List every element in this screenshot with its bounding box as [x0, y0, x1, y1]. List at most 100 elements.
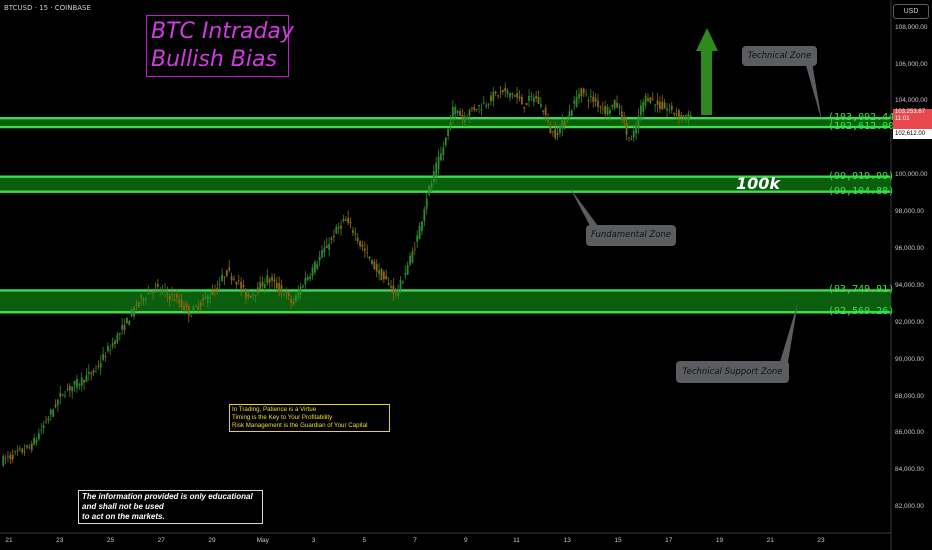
candle-body [504, 88, 507, 92]
candle-body [37, 433, 40, 440]
candle-body [390, 285, 392, 288]
candle-body [356, 237, 359, 242]
candle-body [501, 89, 504, 92]
candle-body [497, 95, 499, 97]
date-tick: 27 [157, 537, 165, 544]
candle-body [535, 95, 538, 99]
candle-body [606, 107, 609, 115]
candle-body [570, 110, 573, 116]
date-tick: 13 [563, 537, 571, 544]
candle-body [149, 292, 152, 294]
candle-body [321, 250, 323, 258]
headline-line-2: Bullish Bias [151, 47, 277, 72]
candle-body [73, 380, 76, 386]
candle-body [140, 294, 143, 299]
last-price-tag: 103,253.87 11:01 [893, 109, 932, 129]
date-tick: 19 [715, 537, 724, 544]
candle-body [183, 306, 185, 311]
candle-body [306, 277, 309, 281]
candle-body [52, 409, 55, 417]
candle-body [616, 102, 618, 108]
candle-body [587, 100, 590, 102]
candle-body [380, 269, 383, 281]
candle-body [658, 102, 661, 110]
date-tick: May [256, 537, 269, 544]
candle-body [330, 237, 333, 241]
candle-body [197, 306, 200, 310]
candle-body [428, 185, 430, 195]
candle-body [40, 429, 43, 431]
callout-pointer-technical [805, 62, 822, 122]
price-chart[interactable] [0, 0, 932, 550]
candle-body [392, 285, 395, 294]
symbol-label: BTCUSD · 15 · COINBASE [4, 4, 91, 12]
candle-body [402, 281, 404, 283]
price-tick: 86,000.00 [895, 429, 924, 437]
candle-body [394, 289, 397, 291]
candle-body [447, 128, 450, 137]
candle-body [92, 370, 95, 373]
currency-button[interactable]: USD [893, 4, 929, 19]
candle-body [513, 95, 516, 97]
date-tick: 29 [208, 537, 216, 544]
candle-body [352, 230, 354, 233]
candle-body [180, 299, 183, 308]
candle-body [159, 290, 162, 292]
candle-body [252, 293, 254, 296]
candle-body [473, 107, 476, 111]
candle-body [463, 116, 466, 122]
candle-body [23, 451, 26, 453]
candle-body [435, 162, 438, 177]
candle-body [613, 100, 616, 109]
candle-body [192, 306, 195, 312]
candle-body [466, 117, 469, 120]
candle-body [373, 261, 376, 270]
candle-body [126, 317, 128, 324]
candle-body [99, 362, 102, 368]
candle-body [630, 139, 633, 140]
candle-body [623, 116, 626, 122]
candle-body [268, 278, 271, 283]
candle-body [275, 282, 278, 289]
candle-body [516, 92, 519, 98]
candle-body [520, 96, 523, 105]
date-tick: 17 [665, 537, 673, 544]
candle-body [620, 111, 623, 120]
level-label: (93,749.91) [828, 284, 895, 296]
candle-body [549, 125, 552, 134]
price-tick: 88,000.00 [895, 392, 924, 400]
candle-body [333, 235, 335, 238]
candle-body [137, 302, 140, 307]
candle-body [387, 282, 390, 285]
annotation-arrows [0, 0, 892, 550]
note-line: Timing is the Key to Your Profitability [232, 414, 333, 421]
candle-body [342, 219, 345, 221]
candle-body [35, 439, 38, 443]
candle-body [304, 277, 307, 285]
candle-body [530, 96, 533, 97]
candle-body [682, 115, 685, 119]
candle-body [145, 298, 147, 301]
technical-zone-callout: Technical Zone [742, 46, 817, 66]
support-zone-callout: Technical Support Zone [676, 361, 789, 383]
candle-body [71, 386, 74, 392]
candle-body [166, 293, 169, 295]
candle-body [637, 115, 640, 129]
candle-body [685, 115, 687, 117]
candle-body [566, 120, 568, 122]
price-tick: 96,000.00 [895, 244, 924, 252]
candle-body [237, 280, 240, 282]
candle-body [116, 334, 119, 343]
headline-line-1: BTC Intraday [151, 19, 294, 44]
candle-body [459, 111, 461, 116]
candle-body [675, 113, 678, 115]
candle-body [256, 287, 259, 294]
candle-body [14, 451, 16, 453]
price-tick: 108,000.00 [895, 23, 928, 31]
candle-body [249, 295, 252, 298]
candle-body [666, 108, 668, 111]
date-tick: 9 [463, 537, 468, 544]
level-label: (92,569.26) [828, 306, 895, 318]
candle-body [378, 270, 381, 275]
candle-body [642, 101, 645, 112]
